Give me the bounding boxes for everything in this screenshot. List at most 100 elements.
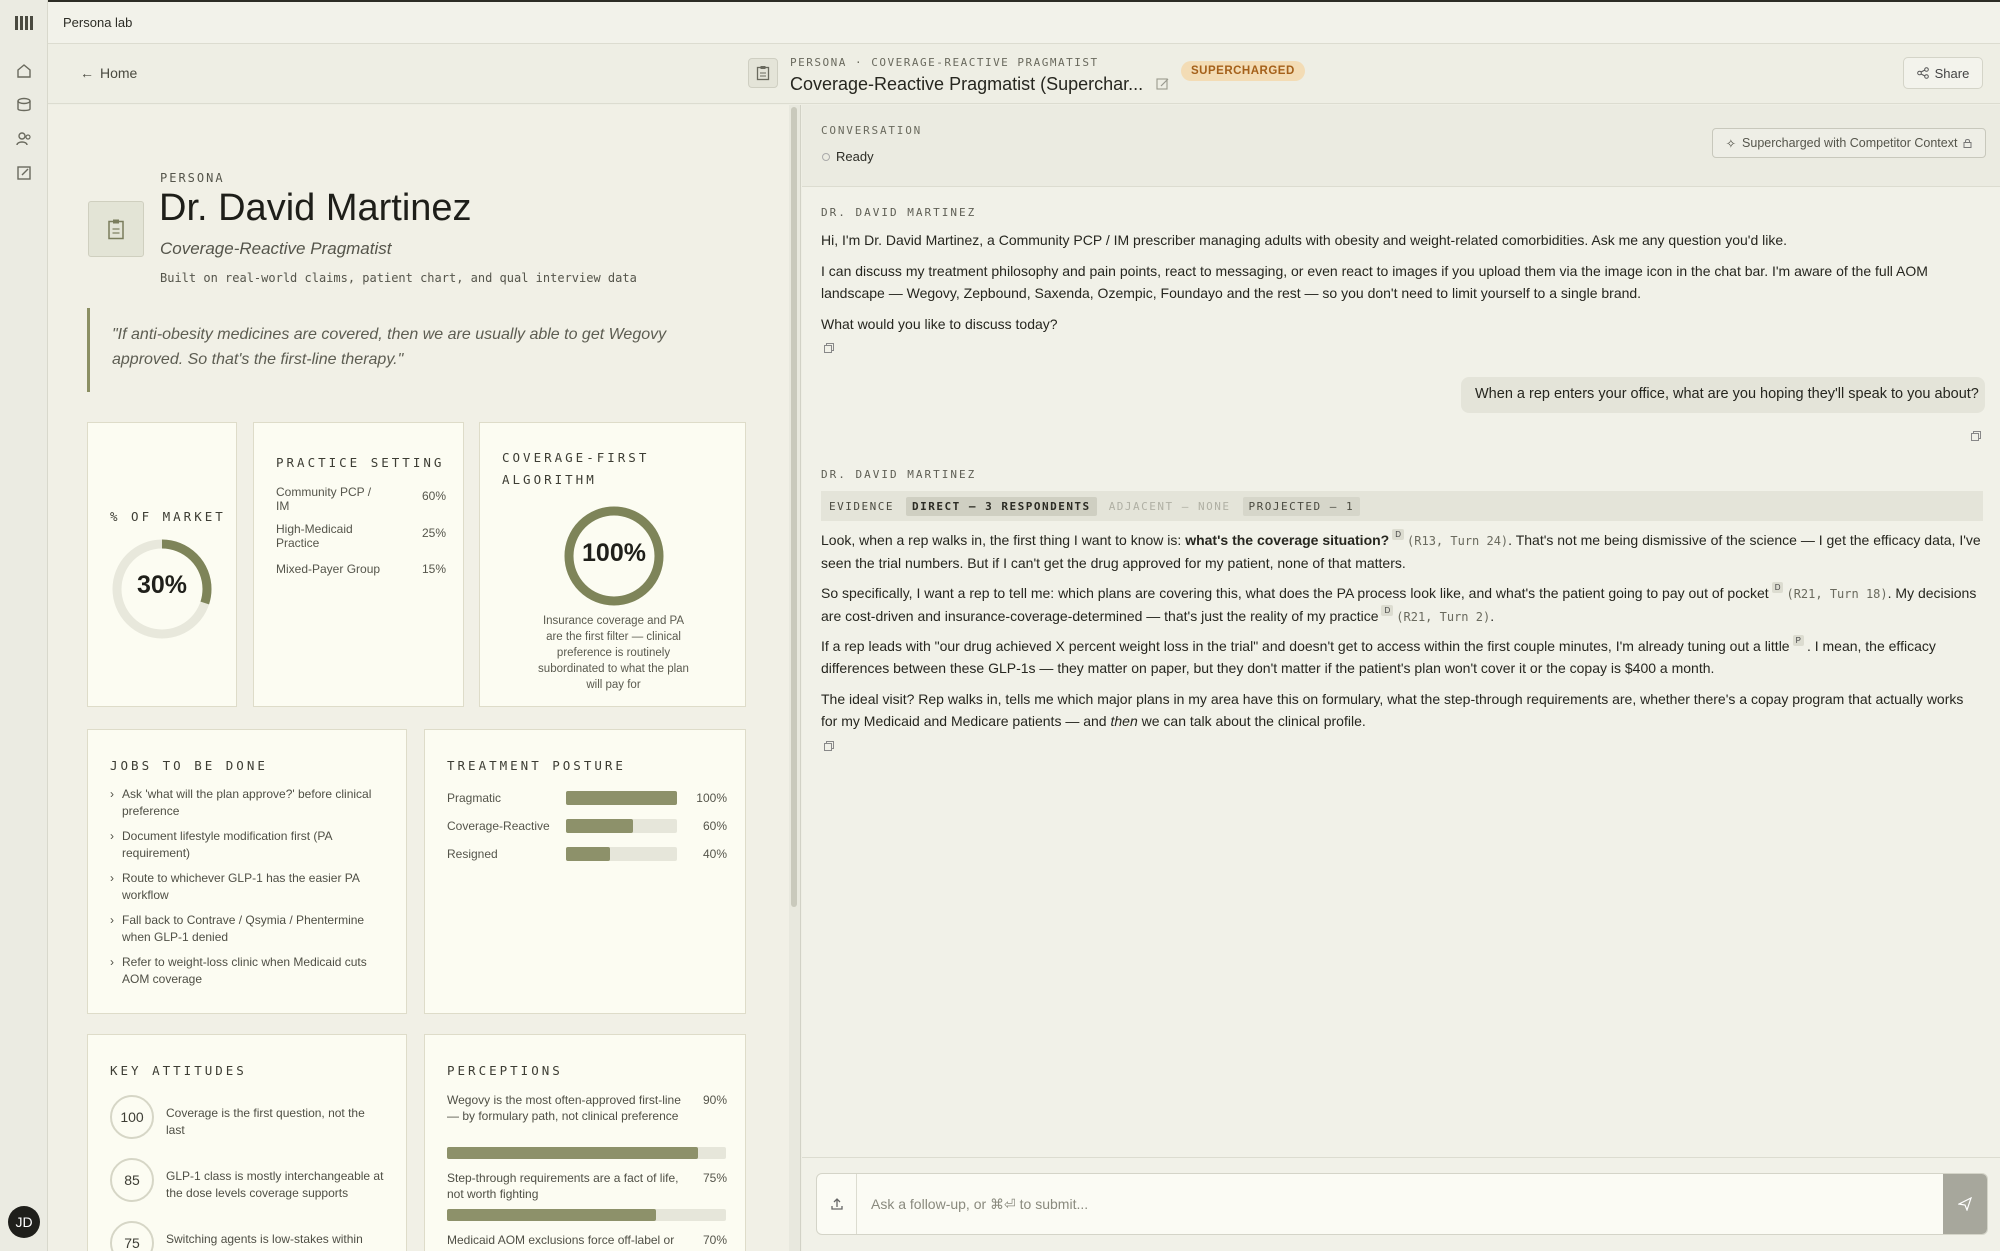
upload-button[interactable] <box>817 1174 857 1234</box>
market-share-card: % OF MARKET 30% <box>87 422 237 707</box>
evidence-marker[interactable]: D <box>1381 605 1394 616</box>
chevron-right-icon: › <box>110 787 114 801</box>
upload-icon <box>830 1198 843 1210</box>
posture-value: 40% <box>702 847 727 861</box>
practice-card-title: PRACTICE SETTING <box>276 455 445 470</box>
perception-text: Step-through requirements are a fact of … <box>447 1171 679 1201</box>
composer-input[interactable]: Ask a follow-up, or ⌘⏎ to submit... <box>871 1196 1088 1213</box>
copy-icon[interactable] <box>824 741 834 751</box>
home-icon[interactable] <box>15 62 33 80</box>
posture-label: Coverage-Reactive <box>447 819 550 833</box>
arrow-left-icon: ← <box>80 65 94 81</box>
home-link[interactable]: ← Home <box>80 65 137 81</box>
practice-row-label: Mixed-Payer Group <box>276 562 381 576</box>
citation[interactable]: (R13, Turn 24) <box>1407 534 1508 548</box>
persona-name: Dr. David Martinez <box>159 187 472 229</box>
perception-text: Wegovy is the most often-approved first-… <box>447 1093 681 1123</box>
copy-icon[interactable] <box>1971 431 1981 441</box>
user-message: When a rep enters your office, what are … <box>1461 377 1985 413</box>
speaker-label: DR. DAVID MARTINEZ <box>821 468 977 481</box>
status-text: Ready <box>836 149 874 164</box>
evidence-marker[interactable]: D <box>1771 582 1784 593</box>
panel-scrollbar[interactable] <box>789 105 801 1251</box>
page-header: ← Home PERSONA · COVERAGE-REACTIVE PRAGM… <box>48 44 2000 104</box>
job-text: Route to whichever GLP-1 has the easier … <box>122 871 360 902</box>
posture-value: 100% <box>696 791 727 805</box>
citation[interactable]: (R21, Turn 18) <box>1786 587 1887 601</box>
message-paragraph: What would you like to discuss today? <box>821 316 1058 332</box>
market-card-title: % OF MARKET <box>110 509 226 524</box>
list-item: › Document lifestyle modification first (… <box>110 828 390 861</box>
evidence-direct-chip[interactable]: DIRECT — 3 RESPONDENTS <box>905 496 1097 516</box>
perceptions-card: PERCEPTIONS Wegovy is the most often-app… <box>424 1034 746 1251</box>
chevron-right-icon: › <box>110 871 114 885</box>
attitude-text: GLP-1 class is mostly interchangeable at… <box>166 1169 384 1200</box>
message-paragraph: Look, when a rep walks in, the first thi… <box>821 529 1981 571</box>
chevron-right-icon: › <box>110 955 114 969</box>
database-icon[interactable] <box>15 96 33 114</box>
posture-bar <box>566 791 677 805</box>
evidence-marker[interactable]: D <box>1392 529 1405 540</box>
copy-icon[interactable] <box>824 343 834 353</box>
jobs-list: › Ask 'what will the plan approve?' befor… <box>110 786 390 987</box>
status-dot-icon <box>822 153 830 161</box>
chevron-right-icon: › <box>110 913 114 927</box>
supercharged-context-button[interactable]: ✧ Supercharged with Competitor Context <box>1712 128 1986 158</box>
supercharged-label: Supercharged with Competitor Context <box>1742 136 1958 150</box>
edit-icon[interactable] <box>1156 77 1170 91</box>
persona-quote: "If anti-obesity medicines are covered, … <box>87 308 727 392</box>
key-attitudes-card: KEY ATTITUDES 100 Coverage is the first … <box>87 1034 407 1251</box>
app-logo-icon[interactable] <box>14 14 34 32</box>
perception-bar <box>447 1209 726 1221</box>
message-paragraph: I can discuss my treatment philosophy an… <box>821 263 1928 301</box>
evidence-bar: EVIDENCE DIRECT — 3 RESPONDENTS ADJACENT… <box>821 491 1983 521</box>
perception-bar <box>447 1147 726 1159</box>
lock-icon <box>1963 139 1972 148</box>
user-avatar[interactable]: JD <box>8 1206 40 1238</box>
conversation-panel: CONVERSATION Ready ✧ Supercharged with C… <box>802 105 2000 1251</box>
posture-bar <box>566 847 677 861</box>
job-text: Ask 'what will the plan approve?' before… <box>122 787 372 818</box>
evidence-marker[interactable]: P <box>1792 635 1804 646</box>
nav-rail: JD <box>0 0 48 1251</box>
coverage-value: 100% <box>582 539 646 567</box>
users-icon[interactable] <box>15 130 33 148</box>
perception-value: 70% <box>702 1233 727 1247</box>
coverage-card-title: COVERAGE-FIRST ALGORITHM <box>502 450 650 487</box>
persona-clipboard-icon <box>88 201 144 257</box>
sparkle-icon: ✧ <box>1725 136 1737 151</box>
jobs-to-be-done-card: JOBS TO BE DONE › Ask 'what will the plan… <box>87 729 407 1014</box>
persona-clipboard-icon <box>748 58 778 88</box>
perceptions-card-title: PERCEPTIONS <box>447 1063 563 1078</box>
practice-row-value: 15% <box>421 562 446 576</box>
breadcrumb: PERSONA · COVERAGE-REACTIVE PRAGMATIST <box>790 56 1099 69</box>
share-label: Share <box>1934 65 1970 81</box>
coverage-description: Insurance coverage and PA are the first … <box>538 615 689 691</box>
persona-source-note: Built on real-world claims, patient char… <box>160 271 637 285</box>
list-item: › Ask 'what will the plan approve?' befor… <box>110 786 390 819</box>
posture-card-title: TREATMENT POSTURE <box>447 758 626 773</box>
scrollbar-thumb[interactable] <box>791 107 797 907</box>
practice-row-label: High-Medicaid Practice <box>276 522 353 550</box>
practice-setting-card: PRACTICE SETTING Community PCP / IM 60% … <box>253 422 464 707</box>
market-share-value: 30% <box>136 571 188 599</box>
evidence-projected-chip[interactable]: PROJECTED — 1 <box>1242 496 1361 516</box>
share-button[interactable]: Share <box>1903 57 1983 89</box>
practice-row-value: 25% <box>421 526 446 540</box>
send-button[interactable] <box>1943 1174 1987 1234</box>
list-item: › Fall back to Contrave / Qsymia / Phente… <box>110 912 390 945</box>
evidence-adjacent-chip[interactable]: ADJACENT — NONE <box>1103 497 1237 516</box>
list-item: › Refer to weight-loss clinic when Medica… <box>110 954 390 987</box>
job-text: Fall back to Contrave / Qsymia / Phenter… <box>122 913 365 944</box>
conversation-header: CONVERSATION Ready ✧ Supercharged with C… <box>802 105 2000 187</box>
practice-row-label: Community PCP / IM <box>276 485 372 513</box>
attitude-score: 85 <box>110 1158 154 1202</box>
job-text: Document lifestyle modification first (P… <box>122 829 332 860</box>
posture-label: Pragmatic <box>447 791 502 805</box>
citation[interactable]: (R21, Turn 2) <box>1396 610 1490 624</box>
jobs-card-title: JOBS TO BE DONE <box>110 758 268 773</box>
speaker-label: DR. DAVID MARTINEZ <box>821 206 977 219</box>
home-label: Home <box>100 65 138 81</box>
app-title: Persona lab <box>63 15 133 30</box>
edit-note-icon[interactable] <box>15 164 33 182</box>
